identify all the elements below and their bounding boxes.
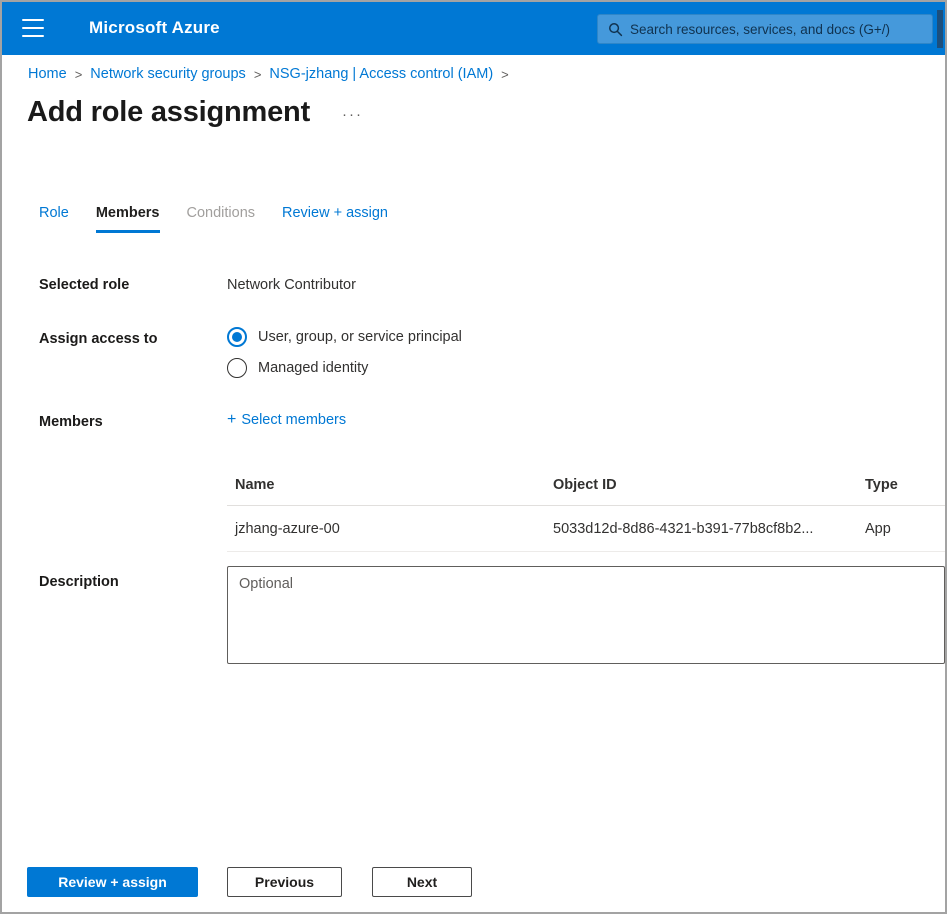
tab-review-assign[interactable]: Review + assign <box>282 205 388 233</box>
breadcrumb-separator: > <box>254 67 262 82</box>
select-members-link[interactable]: + Select members <box>227 412 346 428</box>
tab-members[interactable]: Members <box>96 205 160 233</box>
breadcrumb-separator: > <box>75 67 83 82</box>
description-label: Description <box>39 574 119 590</box>
selected-role-value: Network Contributor <box>227 277 356 293</box>
page-title: Add role assignment <box>27 96 310 129</box>
member-type-cell: App <box>857 521 945 537</box>
radio-managed-identity-label: Managed identity <box>258 360 368 376</box>
global-search[interactable] <box>597 14 933 44</box>
breadcrumb-network-security-groups[interactable]: Network security groups <box>90 66 246 82</box>
members-label: Members <box>39 414 103 430</box>
hamburger-menu-icon[interactable] <box>22 19 44 37</box>
azure-portal-window: Microsoft Azure Home > Network security … <box>0 0 947 914</box>
search-icon <box>608 22 623 37</box>
members-table: Name Object ID Type jzhang-azure-00 5033… <box>227 464 945 552</box>
topbar-title: Microsoft Azure <box>89 18 220 38</box>
member-name-cell: jzhang-azure-00 <box>227 521 545 537</box>
topbar: Microsoft Azure <box>2 2 945 55</box>
breadcrumb-separator: > <box>501 67 509 82</box>
review-assign-button[interactable]: Review + assign <box>27 867 198 897</box>
radio-user-group-label: User, group, or service principal <box>258 329 462 345</box>
description-input[interactable] <box>227 566 945 664</box>
breadcrumb-nsg-access-control[interactable]: NSG-jzhang | Access control (IAM) <box>269 66 493 82</box>
next-button[interactable]: Next <box>372 867 472 897</box>
breadcrumb: Home > Network security groups > NSG-jzh… <box>28 66 517 82</box>
breadcrumb-home[interactable]: Home <box>28 66 67 82</box>
radio-selected-icon <box>227 327 247 347</box>
assign-access-to-label: Assign access to <box>39 331 157 347</box>
table-row: jzhang-azure-00 5033d12d-8d86-4321-b391-… <box>227 506 945 552</box>
previous-button[interactable]: Previous <box>227 867 342 897</box>
column-header-object-id: Object ID <box>545 477 857 493</box>
radio-user-group-service-principal[interactable]: User, group, or service principal <box>227 327 462 347</box>
more-options-icon[interactable]: ··· <box>342 106 363 123</box>
radio-managed-identity[interactable]: Managed identity <box>227 358 368 378</box>
selected-role-label: Selected role <box>39 277 129 293</box>
plus-icon: + <box>227 412 236 428</box>
column-header-type: Type <box>857 477 945 493</box>
member-object-id-cell: 5033d12d-8d86-4321-b391-77b8cf8b2... <box>545 521 857 537</box>
tab-conditions[interactable]: Conditions <box>187 205 256 233</box>
radio-unselected-icon <box>227 358 247 378</box>
search-input[interactable] <box>630 22 932 37</box>
members-table-header: Name Object ID Type <box>227 464 945 506</box>
select-members-label: Select members <box>241 412 346 428</box>
wizard-tabs: Role Members Conditions Review + assign <box>39 205 388 233</box>
tab-role[interactable]: Role <box>39 205 69 233</box>
column-header-name: Name <box>227 477 545 493</box>
topbar-cutoff-element <box>937 10 943 48</box>
